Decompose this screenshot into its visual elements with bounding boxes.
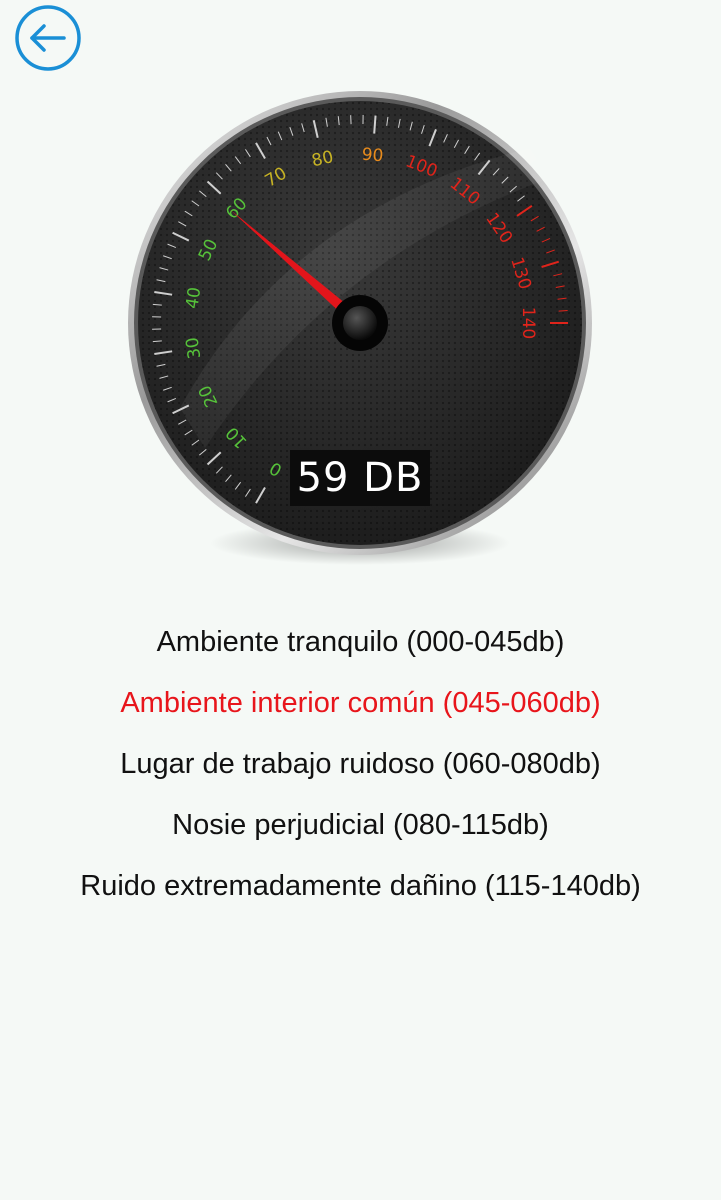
scale-label: 140 xyxy=(518,307,538,339)
scale-label: 90 xyxy=(361,145,384,167)
needle-hub xyxy=(343,306,377,340)
db-reading-display: 59 DB xyxy=(290,450,430,506)
scale-label: 30 xyxy=(182,336,205,360)
back-button[interactable] xyxy=(14,4,82,72)
scale-label: 40 xyxy=(182,286,205,310)
minor-tick xyxy=(558,310,568,312)
major-tick xyxy=(373,115,377,134)
noise-level-item: Lugar de trabajo ruidoso (060-080db) xyxy=(120,748,601,780)
noise-level-item: Nosie perjudicial (080-115db) xyxy=(172,809,549,841)
gauge-dial: 01020304050607080 90 100110120130140 xyxy=(128,91,592,565)
arrow-left-circle-icon xyxy=(15,5,81,71)
noise-level-item: Ambiente tranquilo (000-045db) xyxy=(156,626,565,658)
noise-level-list: Ambiente tranquilo (000-045db) Ambiente … xyxy=(0,612,721,917)
noise-level-item: Ruido extremadamente dañino (115-140db) xyxy=(80,870,641,902)
sound-meter-gauge: 0 10 20 30 40 50 60 70 80 90 100 110 120 130 140 xyxy=(110,88,610,588)
noise-level-item-active: Ambiente interior común (045-060db) xyxy=(120,687,601,719)
